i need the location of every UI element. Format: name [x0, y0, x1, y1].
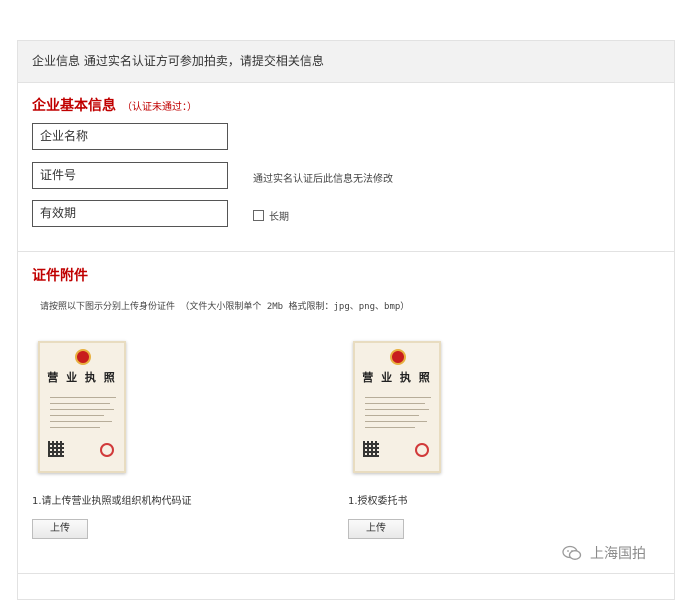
upload-label-authorization: 1.授权委托书	[348, 496, 408, 507]
long-term-checkbox[interactable]	[253, 210, 264, 221]
upload-button-business-license[interactable]: 上传	[32, 519, 88, 539]
wechat-watermark: 上海国拍	[562, 543, 646, 563]
validity-field[interactable]: 有效期	[32, 200, 228, 227]
basic-info-title-text: 企业基本信息	[32, 98, 116, 114]
national-emblem-icon	[75, 349, 91, 365]
red-seal-icon	[415, 443, 429, 457]
auth-status-note: （认证未通过：）	[122, 102, 197, 113]
qr-code-icon	[48, 441, 64, 457]
long-term-label: 长期	[269, 212, 289, 223]
upload-label-business-license: 1.请上传营业执照或组织机构代码证	[32, 496, 192, 507]
national-emblem-icon	[390, 349, 406, 365]
watermark-text: 上海国拍	[590, 546, 646, 562]
business-license-sample-image: 营 业 执 照	[38, 341, 126, 473]
panel-header: 企业信息 通过实名认证方可参加拍卖，请提交相关信息	[18, 41, 674, 83]
license-image-title: 营 业 执 照	[362, 371, 432, 384]
enterprise-info-panel: 企业信息 通过实名认证方可参加拍卖，请提交相关信息 企业基本信息 （认证未通过：）…	[17, 40, 675, 600]
red-seal-icon	[100, 443, 114, 457]
company-name-field[interactable]: 企业名称	[32, 123, 228, 150]
upload-instruction: 请按照以下图示分别上传身份证件 （文件大小限制单个 2Mb 格式限制：jpg、p…	[40, 302, 410, 312]
wechat-icon	[562, 545, 582, 561]
license-image-title: 营 业 执 照	[47, 371, 117, 384]
basic-info-title: 企业基本信息 （认证未通过：）	[32, 95, 197, 115]
section-divider	[18, 251, 674, 252]
bottom-divider	[18, 573, 674, 574]
attachments-title: 证件附件	[32, 268, 88, 284]
qr-code-icon	[363, 441, 379, 457]
long-term-option[interactable]: 长期	[253, 208, 289, 223]
upload-button-authorization[interactable]: 上传	[348, 519, 404, 539]
cert-number-field[interactable]: 证件号	[32, 162, 228, 189]
authorization-letter-sample-image: 营 业 执 照	[353, 341, 441, 473]
cannot-modify-hint: 通过实名认证后此信息无法修改	[253, 174, 393, 185]
